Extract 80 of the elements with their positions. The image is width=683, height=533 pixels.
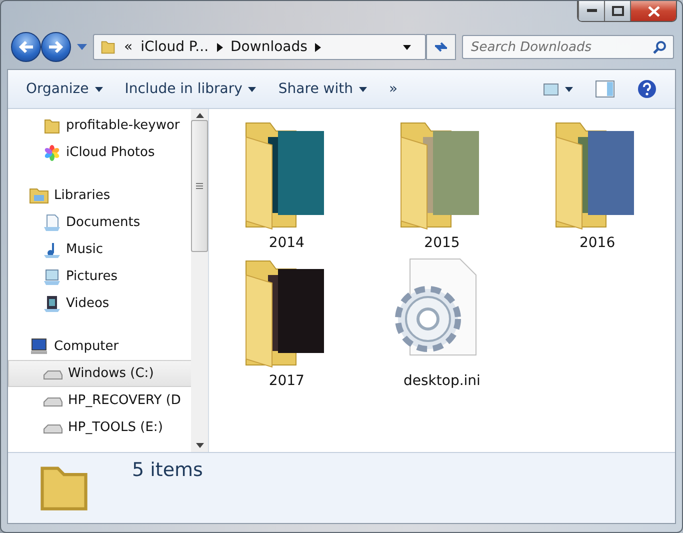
navigation-item[interactable]: Music (8, 236, 191, 263)
navigation-item[interactable]: Windows (C:) (8, 360, 191, 387)
breadcrumb[interactable]: Downloads (230, 39, 308, 55)
forward-button[interactable] (41, 32, 71, 62)
toolbar-menu[interactable]: Include in library (116, 77, 264, 101)
caret-icon (403, 44, 411, 50)
navigation-label: iCloud Photos (66, 145, 155, 160)
navigation-item[interactable]: HP_RECOVERY (D (8, 387, 191, 414)
navigation-item[interactable]: Videos (8, 290, 191, 317)
file-name: desktop.ini (404, 373, 480, 389)
minimize-icon (586, 9, 596, 13)
flower-icon (43, 144, 61, 162)
navigation-label: Music (66, 242, 103, 257)
file-name: 2017 (268, 373, 304, 389)
computer-icon (29, 338, 49, 356)
chevron-icon (216, 42, 223, 52)
folder-icon (100, 39, 116, 55)
navigation-label: Videos (66, 296, 110, 311)
file-item[interactable]: 2015 (366, 117, 517, 251)
navigation-label: Documents (66, 215, 140, 230)
overflow-chevron[interactable]: « (124, 39, 133, 55)
file-name: 2016 (579, 235, 616, 251)
address-bar[interactable]: « iCloud P... Downloads (93, 34, 426, 60)
library-icon (29, 186, 49, 204)
scrollbar-thumb[interactable] (191, 120, 208, 252)
file-item[interactable]: 2016 (522, 117, 672, 251)
back-button[interactable] (11, 32, 41, 62)
more-commands-button[interactable]: » (380, 77, 406, 101)
film-icon (43, 294, 61, 312)
navigation-item[interactable]: Documents (8, 209, 191, 236)
search-field[interactable]: Search Downloads (469, 38, 653, 56)
scroll-down-icon (196, 443, 204, 448)
toolbar-menu[interactable]: Organize (18, 77, 111, 101)
refresh-arrows-icon (433, 40, 449, 54)
maximize-icon (612, 6, 624, 16)
caret-icon (358, 86, 367, 92)
search-icon (653, 40, 667, 54)
file-item[interactable]: desktop.ini (366, 255, 517, 389)
document-icon (43, 214, 61, 232)
right-arrow-icon (47, 39, 65, 55)
close-icon (648, 6, 660, 16)
navigation-item[interactable]: HP_TOOLS (E:) (8, 414, 191, 441)
navigation-item[interactable]: Pictures (8, 263, 191, 290)
left-arrow-icon (17, 39, 35, 55)
navigation-label: Libraries (54, 188, 110, 203)
refresh-button[interactable] (426, 34, 456, 60)
navigation-item[interactable]: Libraries (8, 182, 191, 209)
music-note-icon (43, 240, 61, 258)
minimize-button[interactable] (578, 1, 604, 21)
navigation-item[interactable]: profitable-keywor (8, 112, 191, 139)
caret-icon (248, 86, 256, 92)
pane-icon (595, 80, 615, 98)
navigation-item[interactable]: iCloud Photos (8, 139, 191, 166)
scrollbar[interactable] (191, 109, 208, 452)
help-icon (637, 79, 657, 99)
navigation-label: profitable-keywor (66, 118, 180, 133)
navigation-label: HP_RECOVERY (D (68, 393, 181, 408)
item-count: 5 items (132, 459, 203, 483)
folder-icon (43, 116, 61, 134)
search-box[interactable]: Search Downloads (462, 35, 674, 59)
maximize-button[interactable] (604, 1, 630, 21)
chevron-icon (315, 42, 322, 52)
file-name: 2015 (424, 235, 460, 251)
file-item[interactable]: 2017 (212, 255, 362, 389)
file-name: 2014 (268, 235, 304, 251)
navigation-label: HP_TOOLS (E:) (68, 420, 163, 435)
picture-icon (43, 268, 61, 286)
history-caret-icon (77, 44, 87, 50)
view-icon (543, 82, 559, 96)
navigation-label: Computer (54, 339, 119, 354)
grip-icon (196, 182, 203, 188)
navigation-label: Pictures (66, 269, 118, 284)
navigation-item[interactable]: Computer (8, 333, 191, 360)
caret-icon (94, 86, 103, 92)
toolbar-menu[interactable]: Share with (270, 77, 375, 101)
navigation-label: Windows (C:) (68, 366, 154, 381)
breadcrumb[interactable]: iCloud P... (140, 39, 209, 55)
file-item[interactable]: 2014 (212, 117, 362, 251)
caret-icon (565, 86, 573, 92)
close-button[interactable] (630, 1, 676, 21)
